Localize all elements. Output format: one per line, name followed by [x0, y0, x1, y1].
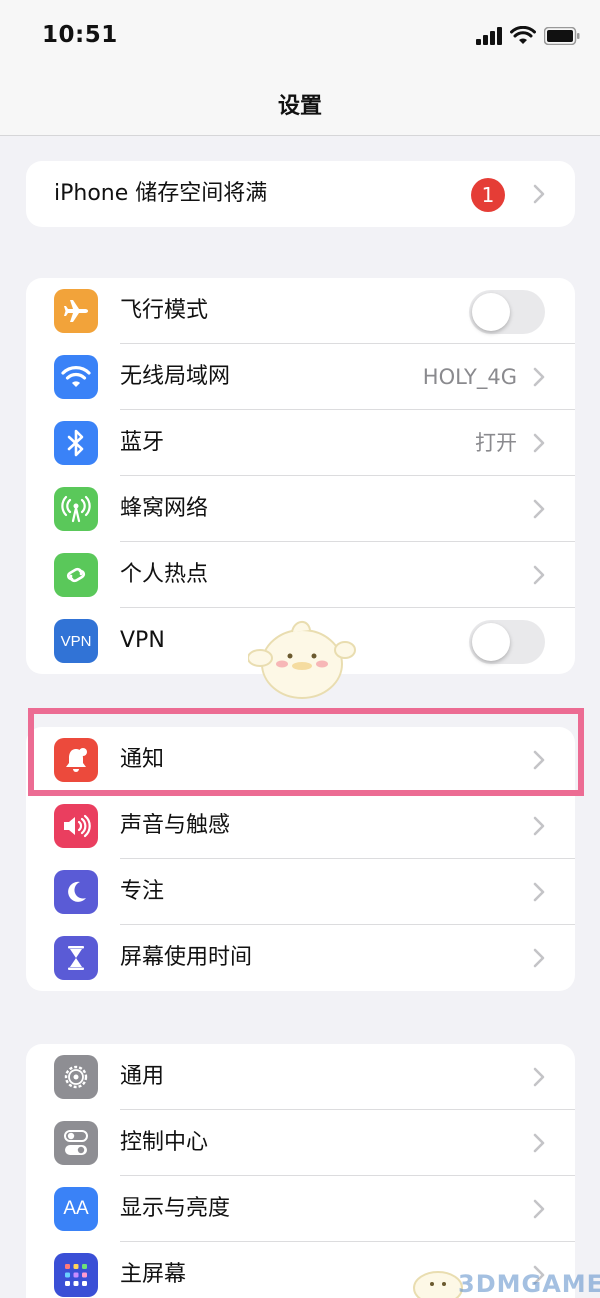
control-center-label: 控制中心 — [120, 1130, 209, 1155]
storage-warning-label: iPhone 储存空间将满 — [54, 181, 268, 206]
chevron-right-icon — [533, 565, 545, 585]
control-center-row[interactable]: 控制中心 — [26, 1110, 575, 1176]
display-icon: AA — [54, 1187, 98, 1231]
status-time: 10:51 — [42, 22, 118, 48]
wlan-value: HOLY_4G — [422, 365, 517, 389]
wifi-icon — [54, 355, 98, 399]
speaker-icon — [54, 804, 98, 848]
notifications-label: 通知 — [120, 747, 165, 772]
hourglass-icon — [54, 936, 98, 980]
bluetooth-value: 打开 — [475, 431, 517, 455]
cellular-icon — [54, 487, 98, 531]
storage-warning-row[interactable]: iPhone 储存空间将满 1 — [26, 161, 575, 227]
cellular-label: 蜂窝网络 — [120, 496, 209, 521]
chevron-right-icon — [533, 882, 545, 902]
hotspot-label: 个人热点 — [120, 562, 209, 587]
notifications-row[interactable]: 通知 — [26, 727, 575, 793]
display-icon-text: AA — [63, 1198, 89, 1219]
page-title: 设置 — [277, 94, 322, 119]
chevron-right-icon — [533, 499, 545, 519]
switches-icon — [54, 1121, 98, 1165]
notification-badge: 1 — [471, 178, 505, 212]
gear-icon — [54, 1055, 98, 1099]
storage-group: iPhone 储存空间将满 1 — [26, 161, 575, 227]
chevron-right-icon — [533, 816, 545, 836]
display-brightness-row[interactable]: AA 显示与亮度 — [26, 1176, 575, 1242]
mascot-watermark-icon — [248, 621, 356, 699]
site-watermark: 3DMGAME — [458, 1270, 600, 1298]
chevron-right-icon — [533, 433, 545, 453]
wlan-label: 无线局域网 — [120, 364, 231, 389]
chevron-right-icon — [533, 750, 545, 770]
home-grid-icon — [54, 1253, 98, 1297]
general-group: 通用 控制中心 AA 显示与亮度 主屏幕 — [26, 1044, 575, 1298]
wifi-status-icon — [510, 26, 536, 44]
airplane-mode-toggle[interactable] — [469, 290, 545, 334]
toggle-knob — [472, 293, 510, 331]
bluetooth-row[interactable]: 蓝牙 打开 — [26, 410, 575, 476]
bluetooth-icon — [54, 421, 98, 465]
signal-icon — [476, 26, 502, 45]
moon-icon — [54, 870, 98, 914]
focus-row[interactable]: 专注 — [26, 859, 575, 925]
chevron-right-icon — [533, 1067, 545, 1087]
vpn-label: VPN — [120, 628, 165, 653]
home-screen-label: 主屏幕 — [120, 1262, 187, 1287]
focus-label: 专注 — [120, 879, 165, 904]
airplane-mode-row[interactable]: 飞行模式 — [26, 278, 575, 344]
general-label: 通用 — [120, 1064, 165, 1089]
chevron-right-icon — [533, 1199, 545, 1219]
cellular-row[interactable]: 蜂窝网络 — [26, 476, 575, 542]
navigation-bar: 设置 — [0, 72, 600, 136]
airplane-mode-label: 飞行模式 — [120, 298, 209, 323]
status-icons — [476, 26, 580, 45]
wlan-row[interactable]: 无线局域网 HOLY_4G — [26, 344, 575, 410]
notification-group: 通知 声音与触感 专注 屏幕使用时间 — [26, 727, 575, 991]
screen-time-label: 屏幕使用时间 — [120, 945, 253, 970]
chevron-right-icon — [533, 1133, 545, 1153]
sounds-haptics-row[interactable]: 声音与触感 — [26, 793, 575, 859]
battery-icon — [544, 26, 580, 45]
chevron-right-icon — [533, 367, 545, 387]
chevron-right-icon — [533, 184, 545, 204]
status-bar: 10:51 — [0, 0, 600, 72]
hotspot-row[interactable]: 个人热点 — [26, 542, 575, 608]
vpn-icon: VPN — [54, 619, 98, 663]
vpn-icon-text: VPN — [60, 632, 92, 650]
hotspot-icon — [54, 553, 98, 597]
general-row[interactable]: 通用 — [26, 1044, 575, 1110]
screen-time-row[interactable]: 屏幕使用时间 — [26, 925, 575, 991]
bluetooth-label: 蓝牙 — [120, 430, 165, 455]
bell-icon — [54, 738, 98, 782]
display-brightness-label: 显示与亮度 — [120, 1196, 231, 1221]
airplane-icon — [54, 289, 98, 333]
vpn-toggle[interactable] — [469, 620, 545, 664]
chevron-right-icon — [533, 948, 545, 968]
sounds-haptics-label: 声音与触感 — [120, 813, 231, 838]
toggle-knob — [472, 623, 510, 661]
